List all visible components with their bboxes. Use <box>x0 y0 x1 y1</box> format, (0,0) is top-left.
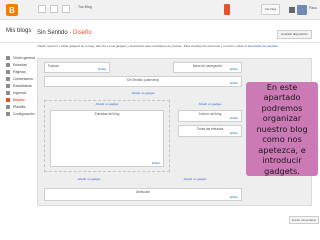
edit-link[interactable]: Editar <box>98 67 106 71</box>
sidebar-item-settings[interactable]: Configuración <box>6 110 40 117</box>
earnings-icon <box>6 90 10 95</box>
user-name[interactable]: Paco <box>309 6 317 10</box>
view-blog-button[interactable]: Ver blog <box>261 4 281 15</box>
blogger-logo-icon[interactable]: B <box>6 4 18 16</box>
sidebar: Visión general Entradas Páginas Comentar… <box>6 54 40 117</box>
layout-hint: Añadir, suprimir y editar gadgets en tu … <box>37 44 279 48</box>
sidebar-item-template[interactable]: Plantilla <box>6 103 40 110</box>
new-post-button[interactable] <box>224 4 230 15</box>
stats-icon <box>6 83 10 88</box>
edit-link[interactable]: Editar <box>230 67 238 71</box>
page-title: Sin Sentido · Diseño <box>37 30 92 36</box>
template-icon <box>6 104 10 109</box>
save-layout-button[interactable]: Guardar disposición <box>277 30 312 39</box>
edit-link[interactable]: Editar <box>230 81 238 85</box>
top-bar: B Tus Blog Ver blog Paco <box>0 0 320 20</box>
blog-list-title[interactable]: Mis blogs <box>6 28 31 34</box>
add-gadget-link[interactable]: Añadir un gadget <box>44 91 242 95</box>
edit-link[interactable]: Editar <box>230 116 238 120</box>
edit-link[interactable]: Editar <box>152 161 160 165</box>
template-designer-link[interactable]: Diseñador de plantillas <box>248 44 278 48</box>
edit-link[interactable]: Editar <box>230 131 238 135</box>
sidebar-item-overview[interactable]: Visión general <box>6 54 40 61</box>
edit-link[interactable]: Editar <box>230 195 238 199</box>
callout-text: En este apartado podremos organizar nues… <box>256 81 308 176</box>
settings-icon <box>6 111 10 116</box>
pages-icon <box>6 69 10 74</box>
sidebar-item-posts[interactable]: Entradas <box>6 61 40 68</box>
callout-box: En este apartado podremos organizar nues… <box>246 82 318 176</box>
view-icon[interactable] <box>62 5 70 13</box>
divider <box>0 42 320 43</box>
comments-icon <box>6 76 10 81</box>
add-gadget-link[interactable]: Añadir un gadget <box>44 177 134 181</box>
feedback-button[interactable]: Enviar comentarios <box>289 216 319 224</box>
sidebar-item-pages[interactable]: Páginas <box>6 68 40 75</box>
blog-name[interactable]: Tus Blog <box>78 5 92 9</box>
sidebar-item-earnings[interactable]: Ingresos <box>6 89 40 96</box>
add-gadget-link[interactable]: Añadir un gadget <box>44 102 170 106</box>
blog-posts-gadget[interactable]: Entradas del blog Editar <box>50 110 164 167</box>
navbar-gadget[interactable]: Barra de navegación Editar <box>173 62 242 73</box>
avatar[interactable] <box>297 5 307 15</box>
add-gadget-link[interactable]: Añadir un gadget <box>178 102 242 106</box>
layout-icon <box>6 97 10 102</box>
sidebar-item-stats[interactable]: Estadísticas <box>6 82 40 89</box>
overview-icon <box>6 55 10 60</box>
archive-gadget[interactable]: Archivo del blog Editar <box>178 110 242 122</box>
attribution-gadget[interactable]: Atribución Editar <box>44 188 242 201</box>
dropdown-icon[interactable] <box>50 5 58 13</box>
list-icon[interactable] <box>38 5 46 13</box>
add-gadget-link[interactable]: Añadir un gadget <box>148 177 242 181</box>
favicon-gadget[interactable]: Favicon Editar <box>44 62 110 73</box>
posts-icon <box>6 62 10 67</box>
header-gadget[interactable]: Sin Sentido (cabecera) Editar <box>44 76 242 87</box>
apps-grid-icon[interactable] <box>289 7 295 13</box>
sidebar-item-comments[interactable]: Comentarios <box>6 75 40 82</box>
pages-gadget[interactable]: Todas las entradas Editar <box>178 125 242 137</box>
sidebar-item-layout[interactable]: Diseño <box>6 96 40 103</box>
